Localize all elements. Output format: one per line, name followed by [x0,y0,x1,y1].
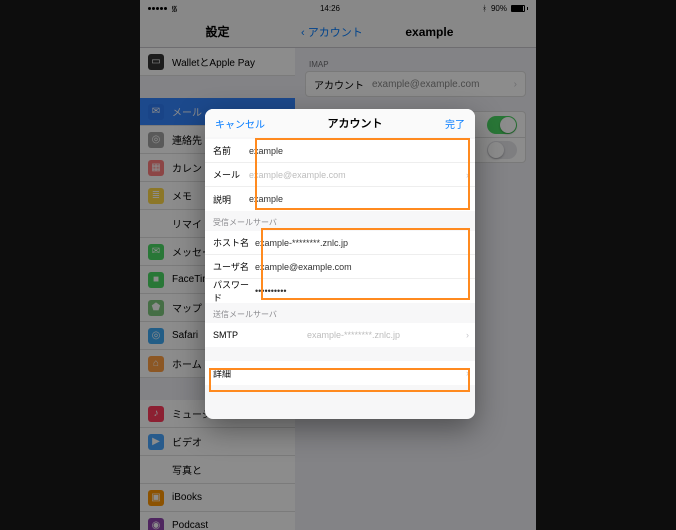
desc-field[interactable]: example [249,194,475,204]
mail-row[interactable]: メール example@example.com › [205,163,475,187]
password-field[interactable]: •••••••••• [255,286,475,296]
name-field[interactable]: example [249,146,475,156]
section-outgoing: 送信メールサーバ [205,303,475,323]
smtp-row[interactable]: SMTP example-********.znlc.jp › [205,323,475,347]
user-row[interactable]: ユーザ名 example@example.com [205,255,475,279]
name-row[interactable]: 名前 example [205,139,475,163]
password-row[interactable]: パスワード •••••••••• [205,279,475,303]
user-field[interactable]: example@example.com [255,262,475,272]
account-modal: キャンセル アカウント 完了 名前 example メール example@ex… [205,109,475,419]
smtp-value: example-********.znlc.jp [249,330,466,340]
chevron-right-icon: › [466,170,475,180]
advanced-row[interactable]: 詳細 › [205,361,475,385]
desc-row[interactable]: 説明 example [205,187,475,211]
mail-field[interactable]: example@example.com [249,170,466,180]
host-field[interactable]: example-********.znlc.jp [255,238,475,248]
cancel-button[interactable]: キャンセル [215,116,265,131]
chevron-right-icon: › [466,330,475,340]
host-row[interactable]: ホスト名 example-********.znlc.jp [205,231,475,255]
chevron-right-icon: › [466,368,475,378]
done-button[interactable]: 完了 [445,116,465,131]
section-incoming: 受信メールサーバ [205,211,475,231]
modal-title: アカウント [328,115,383,131]
